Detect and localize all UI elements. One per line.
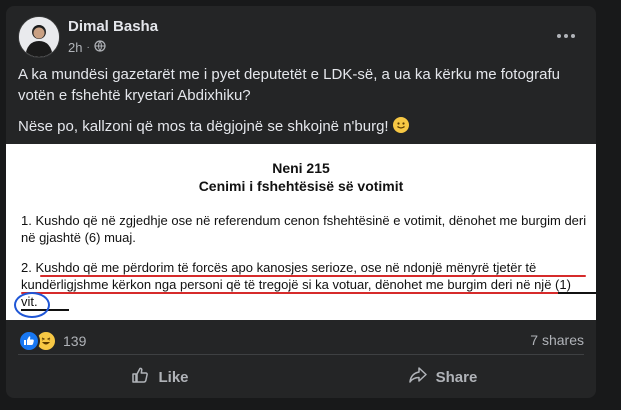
shares-count[interactable]: 7 shares [530,332,584,348]
globe-icon [94,40,106,55]
dot [564,34,568,38]
author-name[interactable]: Dimal Basha [68,18,158,35]
article-title: Cenimi i fshehtësisë së votimit [198,178,404,194]
like-icon [18,330,40,352]
thumbs-up-icon [130,365,150,389]
post-header: Dimal Basha 2h · [18,16,584,60]
share-button[interactable]: Share [301,358,584,396]
post-stats: 139 7 shares [18,324,584,354]
black-underline-1 [558,292,596,294]
slightly-smiling-face-icon [392,117,409,133]
reaction-count: 139 [63,333,87,349]
red-underline-2 [21,292,577,294]
post-time[interactable]: 2h [68,40,82,55]
dot [571,34,575,38]
paragraph-2: 2. Kushdo që me përdorim të forcës apo k… [21,260,571,309]
post-meta: 2h · [68,40,106,55]
more-options-button[interactable] [554,26,578,46]
document-image[interactable]: Neni 215 Cenimi i fshehtësisë së votimit… [6,144,596,320]
paragraph-1: 1. Kushdo që në zgjedhje ose në referend… [21,213,587,245]
like-label: Like [158,368,189,386]
post-card: Dimal Basha 2h · A ka mundësi gazetarët … [6,6,596,398]
share-label: Share [435,368,478,386]
red-underline-1 [40,275,586,277]
post-text-line2-wrap: Nëse po, kallzoni që mos ta dëgjojnë se … [18,116,584,137]
article-number: Neni 215 [272,160,330,176]
separator-dot: · [86,42,90,53]
blue-circle-annotation [14,292,50,318]
post-text: A ka mundësi gazetarët me i pyet deputet… [18,64,584,147]
like-button[interactable]: Like [18,358,301,396]
action-bar: Like Share [18,358,584,396]
post-text-line1: A ka mundësi gazetarët me i pyet deputet… [18,66,560,104]
divider [18,354,584,355]
author-avatar[interactable] [18,16,60,58]
reactions-summary[interactable]: 139 [18,330,86,352]
dot [557,34,561,38]
post-text-line2: Nëse po, kallzoni që mos ta dëgjojnë se … [18,118,389,135]
share-arrow-icon [408,365,428,389]
